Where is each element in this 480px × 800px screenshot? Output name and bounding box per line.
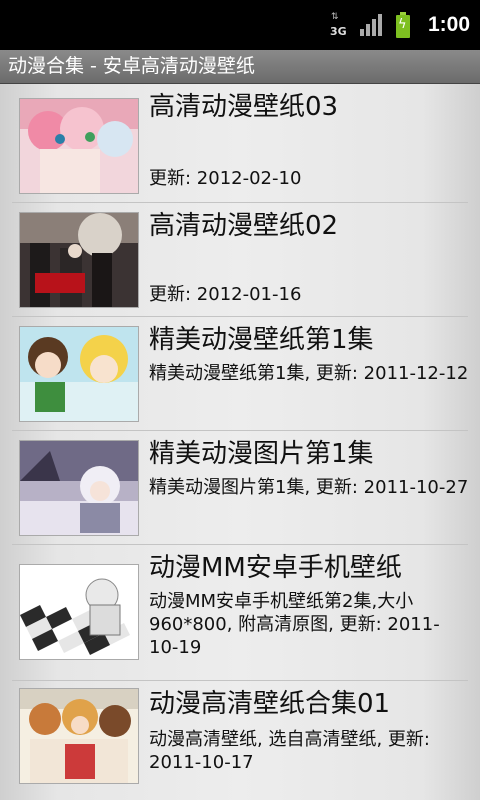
wallpaper-list[interactable]: 高清动漫壁纸03 更新: 2012-02-10 高清动漫壁纸02 更新: 201… [0, 84, 480, 800]
network-label: 3G [329, 25, 347, 38]
list-item[interactable]: 高清动漫壁纸02 更新: 2012-01-16 [12, 203, 468, 317]
item-description: 精美动漫壁纸第1集, 更新: 2011-12-12 [149, 363, 469, 384]
item-title: 高清动漫壁纸03 [149, 92, 339, 122]
signal-strength-icon [359, 14, 382, 36]
network-3g-icon: ⇅ 3G [329, 12, 347, 38]
item-title: 动漫MM安卓手机壁纸 [149, 553, 402, 583]
status-clock: 1:00 [427, 13, 470, 36]
status-bar: ⇅ 3G ϟ 1:00 [0, 0, 480, 50]
list-item[interactable]: 精美动漫图片第1集 精美动漫图片第1集, 更新: 2011-10-27 [12, 431, 468, 545]
list-item[interactable]: 动漫高清壁纸合集01 动漫高清壁纸, 选自高清壁纸, 更新: 2011-10-1… [12, 681, 468, 794]
thumbnail-image [20, 327, 138, 421]
thumbnail-image [20, 99, 138, 193]
item-title: 精美动漫壁纸第1集 [149, 325, 374, 355]
battery-charging-icon: ϟ [395, 12, 410, 38]
list-item[interactable]: 动漫MM安卓手机壁纸 动漫MM安卓手机壁纸第2集,大小960*800, 附高清原… [12, 545, 468, 681]
item-description: 更新: 2012-01-16 [149, 284, 302, 305]
item-description: 动漫MM安卓手机壁纸第2集,大小960*800, 附高清原图, 更新: 2011… [149, 591, 440, 658]
item-description: 动漫高清壁纸, 选自高清壁纸, 更新: 2011-10-17 [149, 729, 430, 773]
thumbnail-image [20, 565, 138, 659]
item-title: 动漫高清壁纸合集01 [149, 689, 391, 719]
item-description: 更新: 2012-02-10 [149, 168, 302, 189]
thumbnail-image [20, 441, 138, 535]
title-bar: 动漫合集 - 安卓高清动漫壁纸 [0, 50, 480, 84]
item-description: 精美动漫图片第1集, 更新: 2011-10-27 [149, 477, 469, 498]
list-item[interactable]: 精美动漫壁纸第1集 精美动漫壁纸第1集, 更新: 2011-12-12 [12, 317, 468, 431]
status-icons: ⇅ 3G ϟ 1:00 [330, 0, 470, 50]
item-title: 精美动漫图片第1集 [149, 439, 374, 469]
item-title: 高清动漫壁纸02 [149, 211, 339, 241]
list-item[interactable]: 高清动漫壁纸03 更新: 2012-02-10 [12, 84, 468, 203]
thumbnail-image [20, 689, 138, 783]
thumbnail-image [20, 213, 138, 307]
app-title: 动漫合集 - 安卓高清动漫壁纸 [8, 55, 255, 77]
